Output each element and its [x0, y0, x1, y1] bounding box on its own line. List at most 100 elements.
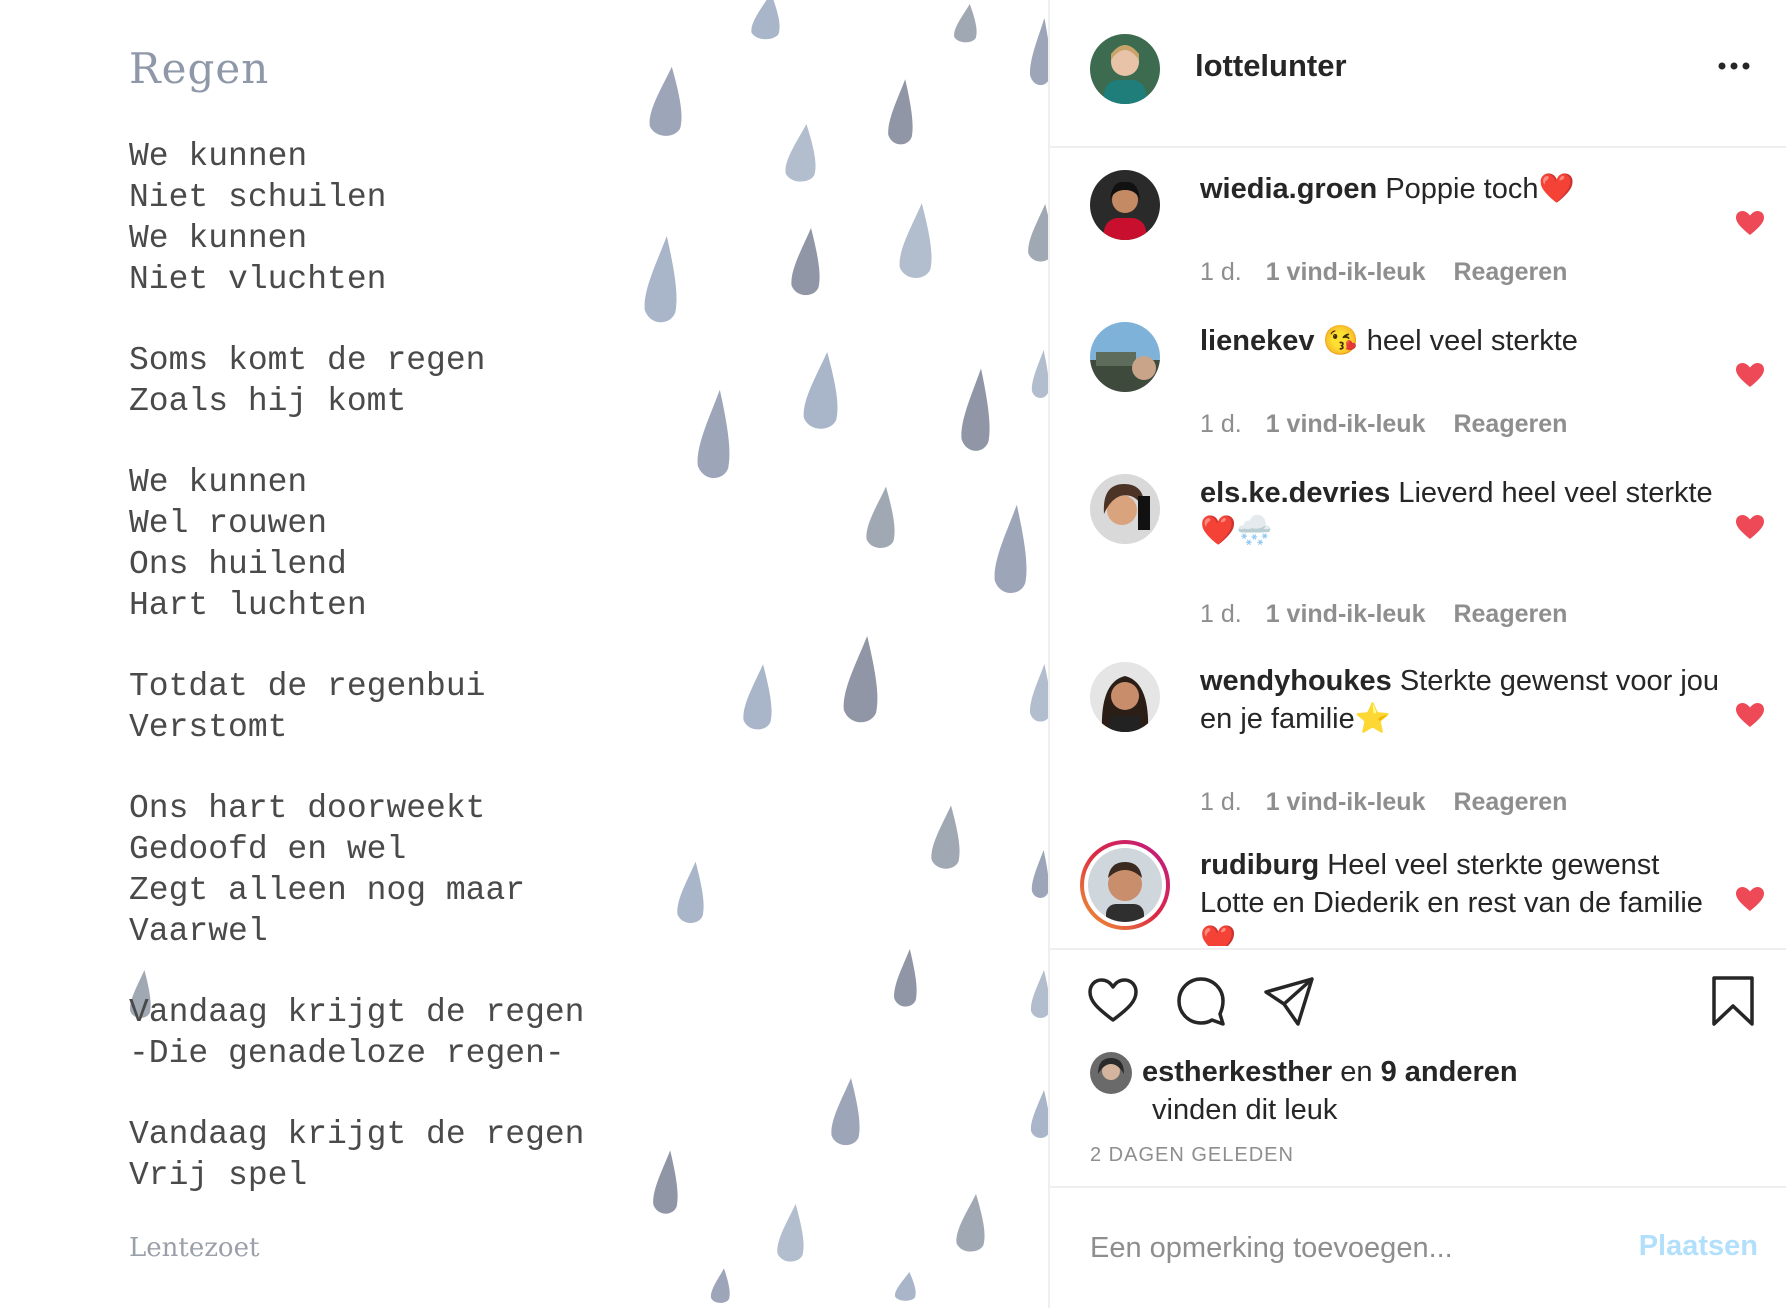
comment-meta: 1 d. 1 vind-ik-leuk Reageren	[1200, 788, 1567, 817]
raindrop-shape	[895, 1272, 916, 1301]
raindrop-shape	[831, 1078, 860, 1146]
reply-button[interactable]: Reageren	[1453, 788, 1567, 817]
poem-stanza: We kunnen Niet schuilen We kunnen Niet v…	[129, 136, 584, 300]
raindrop-shape	[1030, 664, 1048, 722]
like-comment-heart-icon[interactable]	[1735, 514, 1765, 540]
raindrop-shape	[791, 228, 820, 296]
poem-line: Verstomt	[129, 709, 288, 746]
post-sidebar: lottelunter wiedia.groen Poppie toch❤️ 1…	[1048, 0, 1786, 1308]
raindrop-shape	[743, 664, 772, 730]
raindrop-shape	[866, 486, 895, 548]
raindrop-shape	[1028, 204, 1048, 262]
like-comment-heart-icon[interactable]	[1735, 702, 1765, 728]
reply-button[interactable]: Reageren	[1453, 258, 1567, 287]
comment-time[interactable]: 1 d.	[1200, 410, 1242, 439]
comments-list[interactable]: wiedia.groen Poppie toch❤️ 1 d. 1 vind-ik…	[1050, 150, 1786, 946]
raindrop-shape	[777, 1204, 804, 1262]
raindrop-shape	[894, 949, 917, 1007]
commenter-username[interactable]: rudiburg	[1200, 849, 1319, 881]
raindrop-shape	[994, 504, 1027, 594]
likes-suffix: vinden dit leuk	[1152, 1094, 1338, 1126]
comment-likes[interactable]: 1 vind-ik-leuk	[1266, 600, 1426, 629]
comment-body: Poppie toch❤️	[1385, 173, 1575, 205]
poem-line: Vandaag krijgt de regen	[129, 1116, 585, 1153]
more-horizontal-icon[interactable]	[1716, 60, 1752, 72]
poem-line: Vandaag krijgt de regen	[129, 994, 585, 1031]
comment-text: rudiburg Heel veel sterkte gewenst Lotte…	[1200, 846, 1720, 946]
comment-likes[interactable]: 1 vind-ik-leuk	[1266, 788, 1426, 817]
poem-stanza: We kunnen Wel rouwen Ons huilend Hart lu…	[129, 462, 584, 626]
poem-line: Zegt alleen nog maar	[129, 872, 526, 909]
share-icon[interactable]	[1262, 974, 1316, 1028]
raindrop-shape	[1030, 18, 1048, 86]
comment-text: wendyhoukes Sterkte gewenst voor jou en …	[1200, 662, 1720, 738]
poem-line: We kunnen	[129, 138, 308, 175]
reply-button[interactable]: Reageren	[1453, 600, 1567, 629]
comment-likes[interactable]: 1 vind-ik-leuk	[1266, 258, 1426, 287]
poem-line: Vaarwel	[129, 913, 268, 950]
poem-line: Soms komt de regen	[129, 342, 486, 379]
commenter-avatar[interactable]	[1090, 474, 1160, 544]
commenter-avatar[interactable]	[1090, 662, 1160, 732]
raindrop-shape	[954, 4, 977, 43]
likes-joiner: en	[1340, 1056, 1373, 1088]
poem-body: We kunnen Niet schuilen We kunnen Niet v…	[129, 136, 584, 1236]
post-comment-button[interactable]: Plaatsen	[1628, 1230, 1758, 1263]
raindrop-shape	[956, 1194, 985, 1252]
raindrop-shape	[803, 352, 838, 429]
liker-username[interactable]: estherkesther	[1142, 1056, 1332, 1088]
author-username[interactable]: lottelunter	[1195, 48, 1347, 84]
comment-text: lienekev 😘 heel veel sterkte	[1200, 322, 1720, 360]
poem-line: Wel rouwen	[129, 505, 328, 542]
raindrop-shape	[649, 66, 682, 136]
comment-time[interactable]: 1 d.	[1200, 258, 1242, 287]
comment-time[interactable]: 1 d.	[1200, 788, 1242, 817]
commenter-avatar[interactable]	[1090, 322, 1160, 392]
raindrop-shape	[961, 368, 990, 451]
commenter-username[interactable]: wiedia.groen	[1200, 173, 1377, 205]
raindrop-shape	[751, 0, 780, 40]
like-comment-heart-icon[interactable]	[1735, 362, 1765, 388]
comment-meta: 1 d. 1 vind-ik-leuk Reageren	[1200, 600, 1567, 629]
poem-line: Ons huilend	[129, 546, 347, 583]
commenter-username[interactable]: wendyhoukes	[1200, 665, 1392, 697]
raindrop-shape	[1030, 970, 1048, 1018]
likes-others-link[interactable]: 9 anderen	[1381, 1056, 1518, 1088]
liker-avatar[interactable]	[1090, 1052, 1132, 1094]
commenter-story-avatar[interactable]	[1080, 840, 1170, 930]
raindrop-shape	[677, 861, 704, 923]
reply-button[interactable]: Reageren	[1453, 410, 1567, 439]
commenter-username[interactable]: lienekev	[1200, 325, 1314, 357]
comment-meta: 1 d. 1 vind-ik-leuk Reageren	[1200, 258, 1567, 287]
comment-icon[interactable]	[1174, 974, 1228, 1028]
poem-stanza: Vandaag krijgt de regen -Die genadeloze …	[129, 992, 584, 1074]
post-timestamp[interactable]: 2 DAGEN GELEDEN	[1090, 1144, 1294, 1167]
poem-line: Totdat de regenbui	[129, 668, 486, 705]
comment-meta: 1 d. 1 vind-ik-leuk Reageren	[1200, 410, 1567, 439]
comment-text: wiedia.groen Poppie toch❤️	[1200, 170, 1720, 208]
raindrop-shape	[1030, 1090, 1048, 1138]
raindrop-shape	[1031, 350, 1048, 398]
raindrop-shape	[697, 389, 730, 479]
commenter-username[interactable]: els.ke.devries	[1200, 477, 1390, 509]
poem-line: Gedoofd en wel	[129, 831, 407, 868]
raindrop-shape	[644, 236, 677, 323]
poem-line: Hart luchten	[129, 587, 367, 624]
comment-text: els.ke.devries Lieverd heel veel sterkte…	[1200, 474, 1720, 550]
post-image: Regen We kunnen Niet schuilen We kunnen …	[0, 0, 1048, 1308]
comment-likes[interactable]: 1 vind-ik-leuk	[1266, 410, 1426, 439]
like-comment-heart-icon[interactable]	[1735, 886, 1765, 912]
comment-input[interactable]	[1090, 1226, 1610, 1270]
add-comment-bar: Plaatsen	[1050, 1190, 1786, 1308]
poem-line: Vrij spel	[129, 1157, 308, 1194]
poem-line: Ons hart doorweekt	[129, 790, 486, 827]
heart-icon[interactable]	[1086, 974, 1140, 1028]
raindrop-shape	[888, 79, 913, 145]
commenter-avatar[interactable]	[1090, 170, 1160, 240]
bookmark-icon[interactable]	[1706, 974, 1760, 1028]
raindrop-shape	[899, 203, 932, 279]
raindrop-shape	[653, 1150, 678, 1214]
author-avatar[interactable]	[1090, 34, 1160, 104]
like-comment-heart-icon[interactable]	[1735, 210, 1765, 236]
comment-time[interactable]: 1 d.	[1200, 600, 1242, 629]
